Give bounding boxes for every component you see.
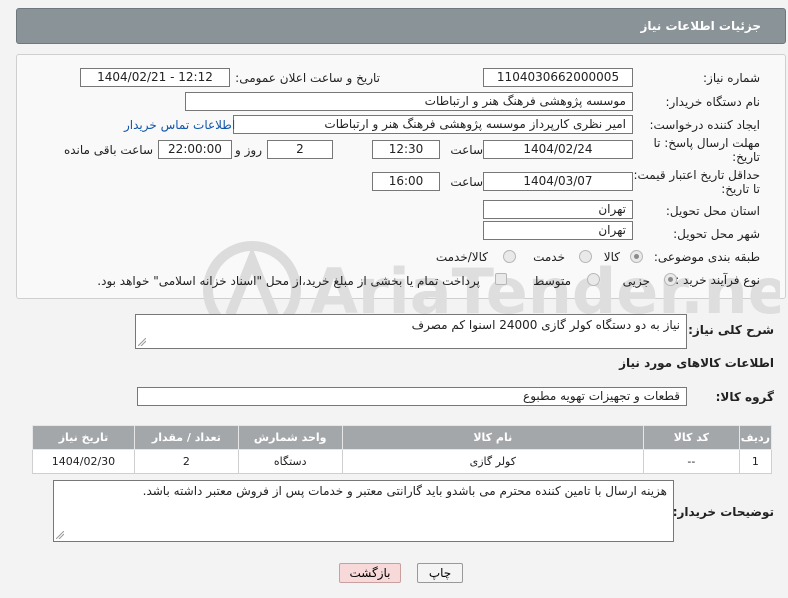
col-header-item-code: کد کالا [642, 425, 740, 450]
back-button[interactable]: بازگشت [339, 563, 401, 583]
process-radio-medium[interactable] [587, 273, 600, 286]
requester-field[interactable]: امیر نظری کارپرداز موسسه پژوهشی فرهنگ هن… [233, 115, 633, 134]
time-remaining-field[interactable]: 22:00:00 [158, 140, 232, 159]
page-header: جزئیات اطلاعات نیاز [16, 8, 786, 44]
buyer-notes-textarea[interactable]: هزینه ارسال با تامین کننده محترم می باشد… [53, 480, 674, 542]
summary-label: شرح کلی نیاز: [688, 323, 774, 337]
city-label: شهر محل تحویل: [673, 227, 760, 241]
resize-grip-icon[interactable] [56, 531, 64, 539]
process-label: نوع فرآیند خرید : [675, 273, 760, 287]
buyer-notes-label: توضیحات خریدار: [672, 505, 774, 519]
deadline-label: مهلت ارسال پاسخ: تا [653, 136, 760, 150]
validity-date-field[interactable]: 1404/03/07 [483, 172, 633, 191]
buyer-notes-text: هزینه ارسال با تامین کننده محترم می باشد… [142, 484, 667, 498]
process-option-minor: جزیی [622, 274, 650, 288]
goods-section-title: اطلاعات کالاهای مورد نیاز [619, 356, 774, 370]
summary-textarea[interactable]: نیاز به دو دستگاه کولر گازی 24000 اسنوا … [135, 314, 687, 349]
validity-time-label: ساعت [450, 175, 483, 189]
cell-item-name: کولر گازی [341, 449, 644, 474]
print-button[interactable]: چاپ [417, 563, 463, 583]
need-number-label: شماره نیاز: [703, 71, 760, 85]
announce-field[interactable]: 1404/02/21 - 12:12 [80, 68, 230, 87]
category-option-goods: کالا [603, 250, 620, 264]
buyer-org-label: نام دستگاه خریدار: [665, 95, 761, 109]
validity-label: حداقل تاریخ اعتبار قیمت: [633, 168, 760, 182]
col-header-need-date: تاریخ نیاز [32, 425, 135, 450]
cell-row-number: 1 [738, 449, 773, 474]
treasury-payment-checkbox[interactable] [495, 273, 507, 285]
cell-need-date: 1404/02/30 [32, 449, 135, 474]
deadline-time-field[interactable]: 12:30 [372, 140, 440, 159]
col-header-item-name: نام کالا [341, 425, 644, 450]
city-field[interactable]: تهران [483, 221, 633, 240]
buyer-org-field[interactable]: موسسه پژوهشی فرهنگ هنر و ارتباطات [185, 92, 633, 111]
category-radio-service[interactable] [579, 250, 592, 263]
need-number-field[interactable]: 1104030662000005 [483, 68, 633, 87]
category-option-service: خدمت [533, 250, 565, 264]
days-label: روز و [235, 143, 262, 157]
province-field[interactable]: تهران [483, 200, 633, 219]
page-title: جزئیات اطلاعات نیاز [640, 19, 761, 33]
treasury-payment-note: پرداخت تمام یا بخشی از مبلغ خرید،از محل … [97, 274, 480, 288]
summary-text: نیاز به دو دستگاه کولر گازی 24000 اسنوا … [411, 318, 680, 332]
col-header-row-number: ردیف [738, 425, 773, 450]
buyer-contact-link[interactable]: اطلاعات تماس خریدار [124, 118, 235, 132]
cell-quantity: 2 [133, 449, 239, 474]
goods-table: ردیف کد کالا نام کالا واحد شمارش تعداد /… [32, 425, 773, 474]
announce-label: تاریخ و ساعت اعلان عمومی: [235, 71, 380, 85]
col-header-quantity: تعداد / مقدار [133, 425, 239, 450]
category-radio-goods-service[interactable] [503, 250, 516, 263]
goods-group-field[interactable]: قطعات و تجهیزات تهویه مطبوع [137, 387, 687, 406]
category-label: طبقه بندی موضوعی: [653, 250, 760, 264]
requester-label: ایجاد کننده درخواست: [649, 118, 760, 132]
validity-time-field[interactable]: 16:00 [372, 172, 440, 191]
col-header-unit: واحد شمارش [237, 425, 343, 450]
province-label: استان محل تحویل: [665, 204, 760, 218]
validity-label-date: تا تاریخ: [721, 182, 760, 196]
deadline-label-date: تاریخ: [732, 150, 760, 164]
days-remaining-field[interactable]: 2 [267, 140, 333, 159]
table-row: 1 -- کولر گازی دستگاه 2 1404/02/30 [32, 449, 773, 474]
time-remaining-label: ساعت باقی مانده [63, 143, 153, 157]
cell-item-code: -- [642, 449, 740, 474]
category-option-goods-service: کالا/خدمت [435, 250, 488, 264]
deadline-date-field[interactable]: 1404/02/24 [483, 140, 633, 159]
process-radio-minor[interactable] [664, 273, 677, 286]
cell-unit: دستگاه [237, 449, 343, 474]
resize-grip-icon[interactable] [138, 338, 146, 346]
process-option-medium: متوسط [533, 274, 571, 288]
category-radio-goods[interactable] [630, 250, 643, 263]
goods-group-label: گروه کالا: [715, 390, 774, 404]
deadline-time-label: ساعت [450, 143, 483, 157]
table-header-row: ردیف کد کالا نام کالا واحد شمارش تعداد /… [32, 425, 773, 450]
